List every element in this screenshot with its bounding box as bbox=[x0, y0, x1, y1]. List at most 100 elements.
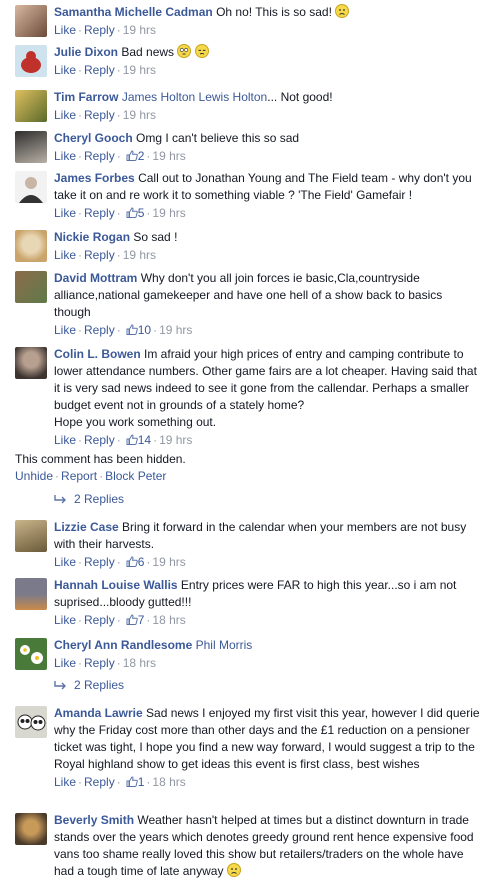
reply-link[interactable]: Reply bbox=[84, 555, 115, 569]
avatar[interactable] bbox=[15, 5, 47, 37]
comment-text: Oh no! This is so sad! bbox=[216, 5, 332, 19]
mention-link[interactable]: Phil Morris bbox=[196, 638, 253, 652]
like-count[interactable]: 14 bbox=[138, 433, 151, 447]
timestamp[interactable]: 19 hrs bbox=[152, 555, 185, 569]
like-count[interactable]: 5 bbox=[138, 206, 145, 220]
avatar[interactable] bbox=[15, 347, 47, 379]
like-link[interactable]: Like bbox=[54, 23, 76, 37]
timestamp[interactable]: 19 hrs bbox=[123, 248, 156, 262]
avatar[interactable] bbox=[15, 578, 47, 610]
like-link[interactable]: Like bbox=[54, 555, 76, 569]
flushed-emoji-icon bbox=[177, 44, 192, 58]
avatar-image bbox=[21, 51, 41, 73]
mention-link[interactable]: Lewis Holton bbox=[199, 90, 268, 104]
avatar[interactable] bbox=[15, 171, 47, 203]
reply-link[interactable]: Reply bbox=[84, 108, 115, 122]
timestamp[interactable]: 19 hrs bbox=[159, 323, 192, 337]
timestamp[interactable]: 19 hrs bbox=[159, 433, 192, 447]
like-link[interactable]: Like bbox=[54, 323, 76, 337]
view-replies-link[interactable]: 2 Replies bbox=[54, 678, 124, 692]
avatar[interactable] bbox=[15, 271, 47, 303]
timestamp[interactable]: 19 hrs bbox=[123, 63, 156, 77]
avatar[interactable] bbox=[15, 90, 47, 122]
hidden-comment: This comment has been hidden. Unhide · Rep… bbox=[15, 452, 186, 483]
like-count[interactable]: 2 bbox=[138, 149, 145, 163]
frown-emoji-icon bbox=[335, 4, 350, 18]
hidden-comment-notice: This comment has been hidden. bbox=[15, 452, 186, 466]
commenter-name[interactable]: Julie Dixon bbox=[54, 45, 118, 59]
like-count[interactable]: 1 bbox=[138, 775, 145, 789]
commenter-name[interactable]: Cheryl Ann Randlesome bbox=[54, 638, 192, 652]
avatar[interactable] bbox=[15, 520, 47, 552]
commenter-name[interactable]: Hannah Louise Wallis bbox=[54, 578, 178, 592]
like-count[interactable]: 6 bbox=[138, 555, 145, 569]
like-count[interactable]: 7 bbox=[138, 613, 145, 627]
like-link[interactable]: Like bbox=[54, 63, 76, 77]
frown-emoji-icon bbox=[226, 863, 241, 877]
report-link[interactable]: Report bbox=[61, 469, 97, 483]
reply-link[interactable]: Reply bbox=[84, 433, 115, 447]
view-replies-link[interactable]: 2 Replies bbox=[54, 492, 124, 506]
avatar[interactable] bbox=[15, 813, 47, 845]
thumbs-up-icon bbox=[126, 556, 138, 567]
commenter-name[interactable]: Samantha Michelle Cadman bbox=[54, 5, 213, 19]
timestamp[interactable]: 19 hrs bbox=[123, 108, 156, 122]
reply-arrow-icon bbox=[54, 495, 66, 504]
relieved-emoji-icon bbox=[194, 44, 209, 58]
like-link[interactable]: Like bbox=[54, 613, 76, 627]
avatar[interactable] bbox=[15, 638, 47, 670]
like-count[interactable]: 10 bbox=[138, 323, 151, 337]
timestamp[interactable]: 18 hrs bbox=[152, 613, 185, 627]
timestamp[interactable]: 19 hrs bbox=[152, 206, 185, 220]
avatar-image bbox=[17, 714, 46, 731]
commenter-name[interactable]: Lizzie Case bbox=[54, 520, 119, 534]
thumbs-up-icon bbox=[126, 776, 138, 787]
comment-text: Omg I can't believe this so sad bbox=[136, 131, 300, 145]
reply-link[interactable]: Reply bbox=[84, 63, 115, 77]
comment-text: ... Not good! bbox=[267, 90, 333, 104]
commenter-name[interactable]: Tim Farrow bbox=[54, 90, 118, 104]
like-link[interactable]: Like bbox=[54, 248, 76, 262]
avatar-image bbox=[19, 177, 43, 203]
like-link[interactable]: Like bbox=[54, 108, 76, 122]
unhide-link[interactable]: Unhide bbox=[15, 469, 53, 483]
like-link[interactable]: Like bbox=[54, 149, 76, 163]
timestamp[interactable]: 19 hrs bbox=[123, 23, 156, 37]
reply-link[interactable]: Reply bbox=[84, 775, 115, 789]
commenter-name[interactable]: Nickie Rogan bbox=[54, 230, 130, 244]
like-link[interactable]: Like bbox=[54, 206, 76, 220]
reply-arrow-icon bbox=[54, 681, 66, 690]
reply-link[interactable]: Reply bbox=[84, 149, 115, 163]
commenter-name[interactable]: Cheryl Gooch bbox=[54, 131, 133, 145]
like-link[interactable]: Like bbox=[54, 775, 76, 789]
comment-text: Bad news bbox=[121, 45, 175, 59]
like-link[interactable]: Like bbox=[54, 433, 76, 447]
commenter-name[interactable]: David Mottram bbox=[54, 271, 137, 285]
like-link[interactable]: Like bbox=[54, 656, 76, 670]
commenter-name[interactable]: Beverly Smith bbox=[54, 813, 134, 827]
avatar[interactable] bbox=[15, 706, 47, 738]
reply-link[interactable]: Reply bbox=[84, 323, 115, 337]
comment-text: So sad ! bbox=[133, 230, 178, 244]
reply-link[interactable]: Reply bbox=[84, 656, 115, 670]
commenter-name[interactable]: Colin L. Bowen bbox=[54, 347, 141, 361]
thumbs-up-icon bbox=[126, 434, 138, 445]
commenter-name[interactable]: James Forbes bbox=[54, 171, 135, 185]
timestamp[interactable]: 18 hrs bbox=[123, 656, 156, 670]
avatar[interactable] bbox=[15, 131, 47, 163]
mention-link[interactable]: James Holton bbox=[122, 90, 195, 104]
timestamp[interactable]: 18 hrs bbox=[152, 775, 185, 789]
avatar[interactable] bbox=[15, 230, 47, 262]
reply-link[interactable]: Reply bbox=[84, 23, 115, 37]
avatar-image bbox=[20, 645, 43, 664]
thumbs-up-icon bbox=[126, 207, 138, 218]
reply-link[interactable]: Reply bbox=[84, 613, 115, 627]
reply-link[interactable]: Reply bbox=[84, 248, 115, 262]
avatar[interactable] bbox=[15, 45, 47, 77]
commenter-name[interactable]: Amanda Lawrie bbox=[54, 706, 143, 720]
timestamp[interactable]: 19 hrs bbox=[152, 149, 185, 163]
thumbs-up-icon bbox=[126, 150, 138, 161]
block-link[interactable]: Block Peter bbox=[105, 469, 166, 483]
reply-link[interactable]: Reply bbox=[84, 206, 115, 220]
thumbs-up-icon bbox=[126, 324, 138, 335]
